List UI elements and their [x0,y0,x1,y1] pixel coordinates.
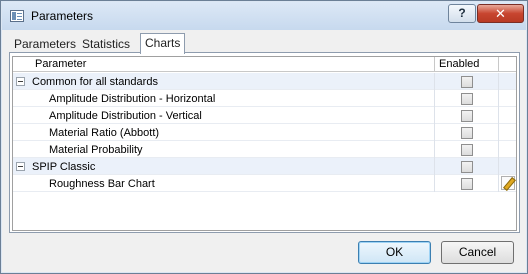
window-title: Parameters [31,9,94,23]
collapse-icon[interactable] [16,162,25,171]
parameter-label: Amplitude Distribution - Horizontal [49,93,216,105]
column-header-enabled[interactable]: Enabled [439,57,479,72]
cell-divider [434,158,435,175]
cell-divider [434,124,435,141]
close-button[interactable]: ✕ [477,4,524,23]
parameter-label: Material Probability [49,144,143,156]
parameters-grid[interactable]: Parameter Enabled Common for all standar… [12,56,517,231]
cell-divider [434,141,435,158]
column-divider[interactable] [498,57,499,72]
cell-divider [498,158,499,175]
cell-divider [498,124,499,141]
cell-divider [434,175,435,192]
cell-divider [498,90,499,107]
ok-button[interactable]: OK [358,241,431,264]
enabled-checkbox[interactable] [461,76,473,88]
title-bar[interactable]: Parameters ? ✕ [2,2,526,30]
cell-divider [434,90,435,107]
enabled-checkbox[interactable] [461,144,473,156]
cell-divider [434,73,435,90]
cell-divider [498,175,499,192]
table-row[interactable]: Amplitude Distribution - Horizontal [13,90,516,107]
cancel-button[interactable]: Cancel [441,241,514,264]
cell-divider [498,107,499,124]
charts-tab-panel: Parameter Enabled Common for all standar… [9,52,520,233]
table-row[interactable]: Material Ratio (Abbott) [13,124,516,141]
enabled-checkbox[interactable] [461,127,473,139]
parameters-dialog: Parameters ? ✕ Parameters Statistics Cha… [0,0,528,274]
grid-header: Parameter Enabled [13,57,516,72]
group-row-spip-classic[interactable]: SPIP Classic [13,158,516,175]
cell-divider [434,107,435,124]
group-label: SPIP Classic [32,161,96,173]
help-button[interactable]: ? [448,4,476,23]
tab-charts[interactable]: Charts [140,33,186,54]
enabled-checkbox[interactable] [461,110,473,122]
collapse-icon[interactable] [16,77,25,86]
group-label: Common for all standards [32,76,158,88]
enabled-checkbox[interactable] [461,161,473,173]
table-row[interactable]: Roughness Bar Chart [13,175,516,192]
column-header-parameter[interactable]: Parameter [35,57,86,72]
parameter-label: Material Ratio (Abbott) [49,127,160,139]
table-row[interactable]: Material Probability [13,141,516,158]
cell-divider [498,141,499,158]
column-divider[interactable] [434,57,435,72]
enabled-checkbox[interactable] [461,93,473,105]
pencil-icon[interactable] [501,176,515,190]
parameter-label: Amplitude Distribution - Vertical [49,110,202,122]
parameter-label: Roughness Bar Chart [49,178,155,190]
cell-divider [498,73,499,90]
group-row-common[interactable]: Common for all standards [13,73,516,90]
parameters-window-icon [10,10,24,22]
table-row[interactable]: Amplitude Distribution - Vertical [13,107,516,124]
enabled-checkbox[interactable] [461,178,473,190]
